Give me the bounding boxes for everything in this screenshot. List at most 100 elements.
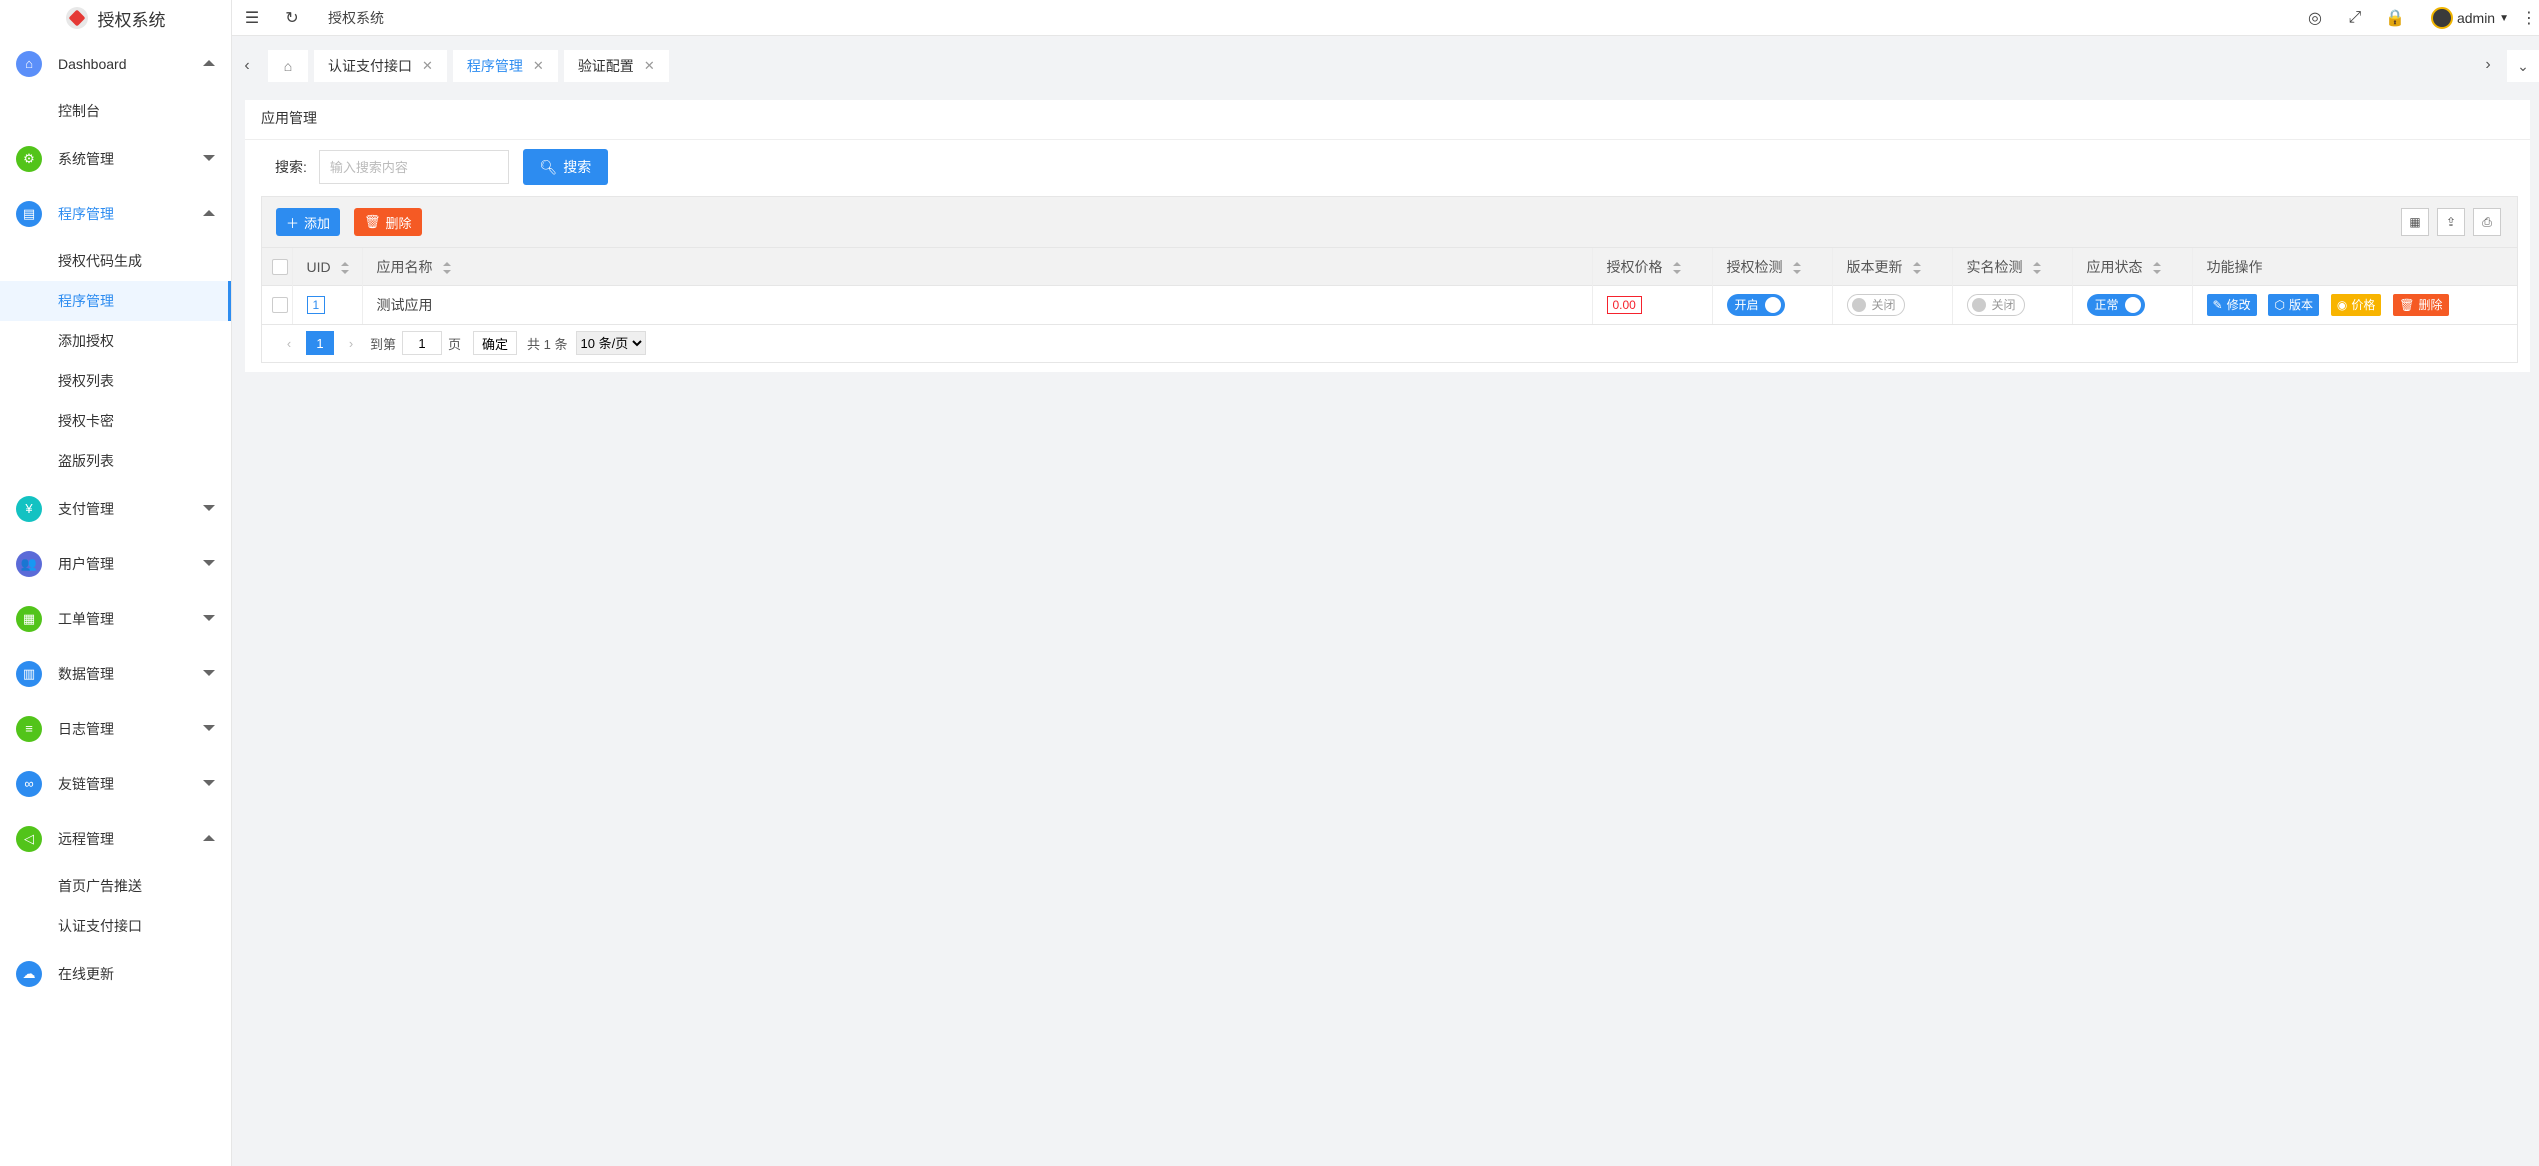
close-icon[interactable]: ✕ xyxy=(644,58,655,74)
sidebar-item-label: 远程管理 xyxy=(58,830,114,847)
page-jump-input[interactable] xyxy=(402,331,443,355)
toggle-label: 正常 xyxy=(2094,298,2119,313)
edit-button[interactable]: ✎ 修改 xyxy=(2206,293,2257,316)
tab-scroll-right-icon[interactable]: › xyxy=(2473,50,2503,80)
column-header-label: 应用名称 xyxy=(376,258,433,275)
column-header[interactable]: 应用名称 xyxy=(361,247,1592,286)
row-checkbox[interactable] xyxy=(272,297,288,314)
sidebar-item-links[interactable]: ∞ 友链管理 xyxy=(0,756,231,811)
sidebar-subitem-console[interactable]: 控制台 xyxy=(0,91,231,131)
sidebar-item-users[interactable]: 👥 用户管理 xyxy=(0,536,231,591)
delete-button[interactable]: 🗑 删除 xyxy=(354,208,422,236)
lock-icon[interactable]: 🔒 xyxy=(2375,0,2415,36)
globe-icon[interactable]: ◎ xyxy=(2295,0,2335,36)
prev-page-icon[interactable]: ‹ xyxy=(276,336,302,351)
sidebar-group-payment: ¥ 支付管理 xyxy=(0,481,231,536)
sidebar-subitem-code-gen[interactable]: 授权代码生成 xyxy=(0,241,231,281)
export-icon[interactable]: ⇪ xyxy=(2437,208,2465,236)
sidebar-item-program[interactable]: ▤ 程序管理 xyxy=(0,186,231,241)
tab-label: 程序管理 xyxy=(466,58,523,74)
select-all-checkbox[interactable] xyxy=(272,259,288,276)
sidebar-subitem-home-ad[interactable]: 首页广告推送 xyxy=(0,866,231,906)
sidebar-subitem-pay-api[interactable]: 认证支付接口 xyxy=(0,906,231,946)
page-confirm-button[interactable]: 确定 xyxy=(473,331,518,355)
link-icon: ∞ xyxy=(16,770,42,797)
tab-dropdown-icon[interactable]: ⌄ xyxy=(2507,50,2539,82)
select-all-header[interactable] xyxy=(262,247,292,286)
page-size-select[interactable]: 10 条/页 xyxy=(575,331,646,355)
next-page-icon[interactable]: › xyxy=(338,336,364,351)
column-header[interactable]: 授权检测 xyxy=(1711,247,1832,286)
close-icon[interactable]: ✕ xyxy=(422,58,433,74)
sidebar-group-users: 👥 用户管理 xyxy=(0,536,231,591)
sort-icon[interactable] xyxy=(1792,261,1801,274)
search-button-label: 搜索 xyxy=(563,159,592,175)
print-icon[interactable]: ⎙ xyxy=(2473,208,2501,236)
sidebar-group-system: ⚙ 系统管理 xyxy=(0,131,231,186)
close-icon[interactable]: ✕ xyxy=(533,58,544,74)
sidebar-subitem-auth-card[interactable]: 授权卡密 xyxy=(0,401,231,441)
add-button[interactable]: ＋ 添加 xyxy=(276,208,341,236)
tab-scroll-left-icon[interactable]: ‹ xyxy=(232,51,262,81)
tab-home[interactable]: ⌂ xyxy=(268,50,308,82)
sidebar-group-update: ☁ 在线更新 xyxy=(0,946,231,1001)
tab-pay-api[interactable]: 认证支付接口 ✕ xyxy=(314,50,447,82)
column-header[interactable]: 实名检测 xyxy=(1951,247,2072,286)
sidebar-item-payment[interactable]: ¥ 支付管理 xyxy=(0,481,231,536)
menu-toggle-icon[interactable]: ☰ xyxy=(232,0,272,36)
realname-check-toggle[interactable]: 关闭 xyxy=(1966,293,2025,316)
sidebar-item-system[interactable]: ⚙ 系统管理 xyxy=(0,131,231,186)
chevron-up-icon xyxy=(203,835,215,841)
tab-bar: ‹ ⌂ 认证支付接口 ✕ 程序管理 ✕ 验证配置 ✕ › ⌄ xyxy=(232,36,2539,96)
more-icon[interactable]: ⋮ xyxy=(2519,0,2539,36)
page-current[interactable]: 1 xyxy=(306,331,334,355)
sidebar-item-update[interactable]: ☁ 在线更新 xyxy=(0,946,231,1001)
user-menu[interactable]: admin ▼ xyxy=(2430,7,2509,29)
column-header-label: 授权价格 xyxy=(1606,258,1663,275)
version-button[interactable]: ⬡ 版本 xyxy=(2268,293,2319,316)
sidebar-subitem-piracy-list[interactable]: 盗版列表 xyxy=(0,441,231,481)
price-badge: 0.00 xyxy=(1606,295,1642,314)
sidebar-subitem-program-manage[interactable]: 程序管理 xyxy=(0,281,231,321)
sidebar-item-dashboard[interactable]: ⌂ Dashboard xyxy=(0,36,231,91)
coin-icon: ◉ xyxy=(2336,297,2348,312)
columns-filter-icon[interactable]: ▦ xyxy=(2401,208,2429,236)
tab-verify-config[interactable]: 验证配置 ✕ xyxy=(563,50,669,82)
column-header-label: 授权检测 xyxy=(1726,258,1783,275)
price-button[interactable]: ◉ 价格 xyxy=(2330,293,2382,316)
sort-icon[interactable] xyxy=(2152,261,2161,274)
home-icon: ⌂ xyxy=(16,50,42,77)
sort-icon[interactable] xyxy=(1672,261,1681,274)
version-button-label: 版本 xyxy=(2288,298,2313,313)
refresh-icon[interactable]: ↻ xyxy=(272,0,312,36)
version-update-toggle[interactable]: 关闭 xyxy=(1846,293,1905,316)
sidebar-subitem-auth-list[interactable]: 授权列表 xyxy=(0,361,231,401)
sidebar-group-remote: ◁ 远程管理 首页广告推送 认证支付接口 xyxy=(0,811,231,946)
sidebar-item-data[interactable]: ▥ 数据管理 xyxy=(0,646,231,701)
logo[interactable]: 授权系统 xyxy=(0,0,231,36)
fullscreen-icon[interactable]: ⤢ xyxy=(2335,0,2375,36)
app-status-toggle[interactable]: 正常 xyxy=(2086,293,2145,316)
sort-icon[interactable] xyxy=(1912,261,1921,274)
chevron-down-icon xyxy=(203,560,215,566)
sidebar-item-remote[interactable]: ◁ 远程管理 xyxy=(0,811,231,866)
sidebar-item-tickets[interactable]: ▦ 工单管理 xyxy=(0,591,231,646)
search-input[interactable] xyxy=(318,150,509,184)
row-delete-button[interactable]: 🗑 删除 xyxy=(2393,293,2449,316)
auth-check-toggle[interactable]: 开启 xyxy=(1726,293,1785,316)
column-header[interactable]: 应用状态 xyxy=(2071,247,2192,286)
sidebar-item-logs[interactable]: ≡ 日志管理 xyxy=(0,701,231,756)
sort-icon[interactable] xyxy=(442,261,451,274)
search-button[interactable]: 🔍︎ 搜索 xyxy=(522,149,608,185)
toggle-label: 关闭 xyxy=(1871,298,1896,313)
sort-icon[interactable] xyxy=(340,261,349,274)
sidebar-subitem-add-auth[interactable]: 添加授权 xyxy=(0,321,231,361)
price-button-label: 价格 xyxy=(2351,298,2376,313)
column-header[interactable]: 授权价格 xyxy=(1591,247,1712,286)
tab-program-manage[interactable]: 程序管理 ✕ xyxy=(452,50,558,82)
sort-icon[interactable] xyxy=(2032,261,2041,274)
users-icon: 👥 xyxy=(16,550,42,577)
column-header[interactable]: UID xyxy=(291,247,362,286)
column-header[interactable]: 版本更新 xyxy=(1831,247,1952,286)
column-header-label: 功能操作 xyxy=(2206,258,2263,275)
